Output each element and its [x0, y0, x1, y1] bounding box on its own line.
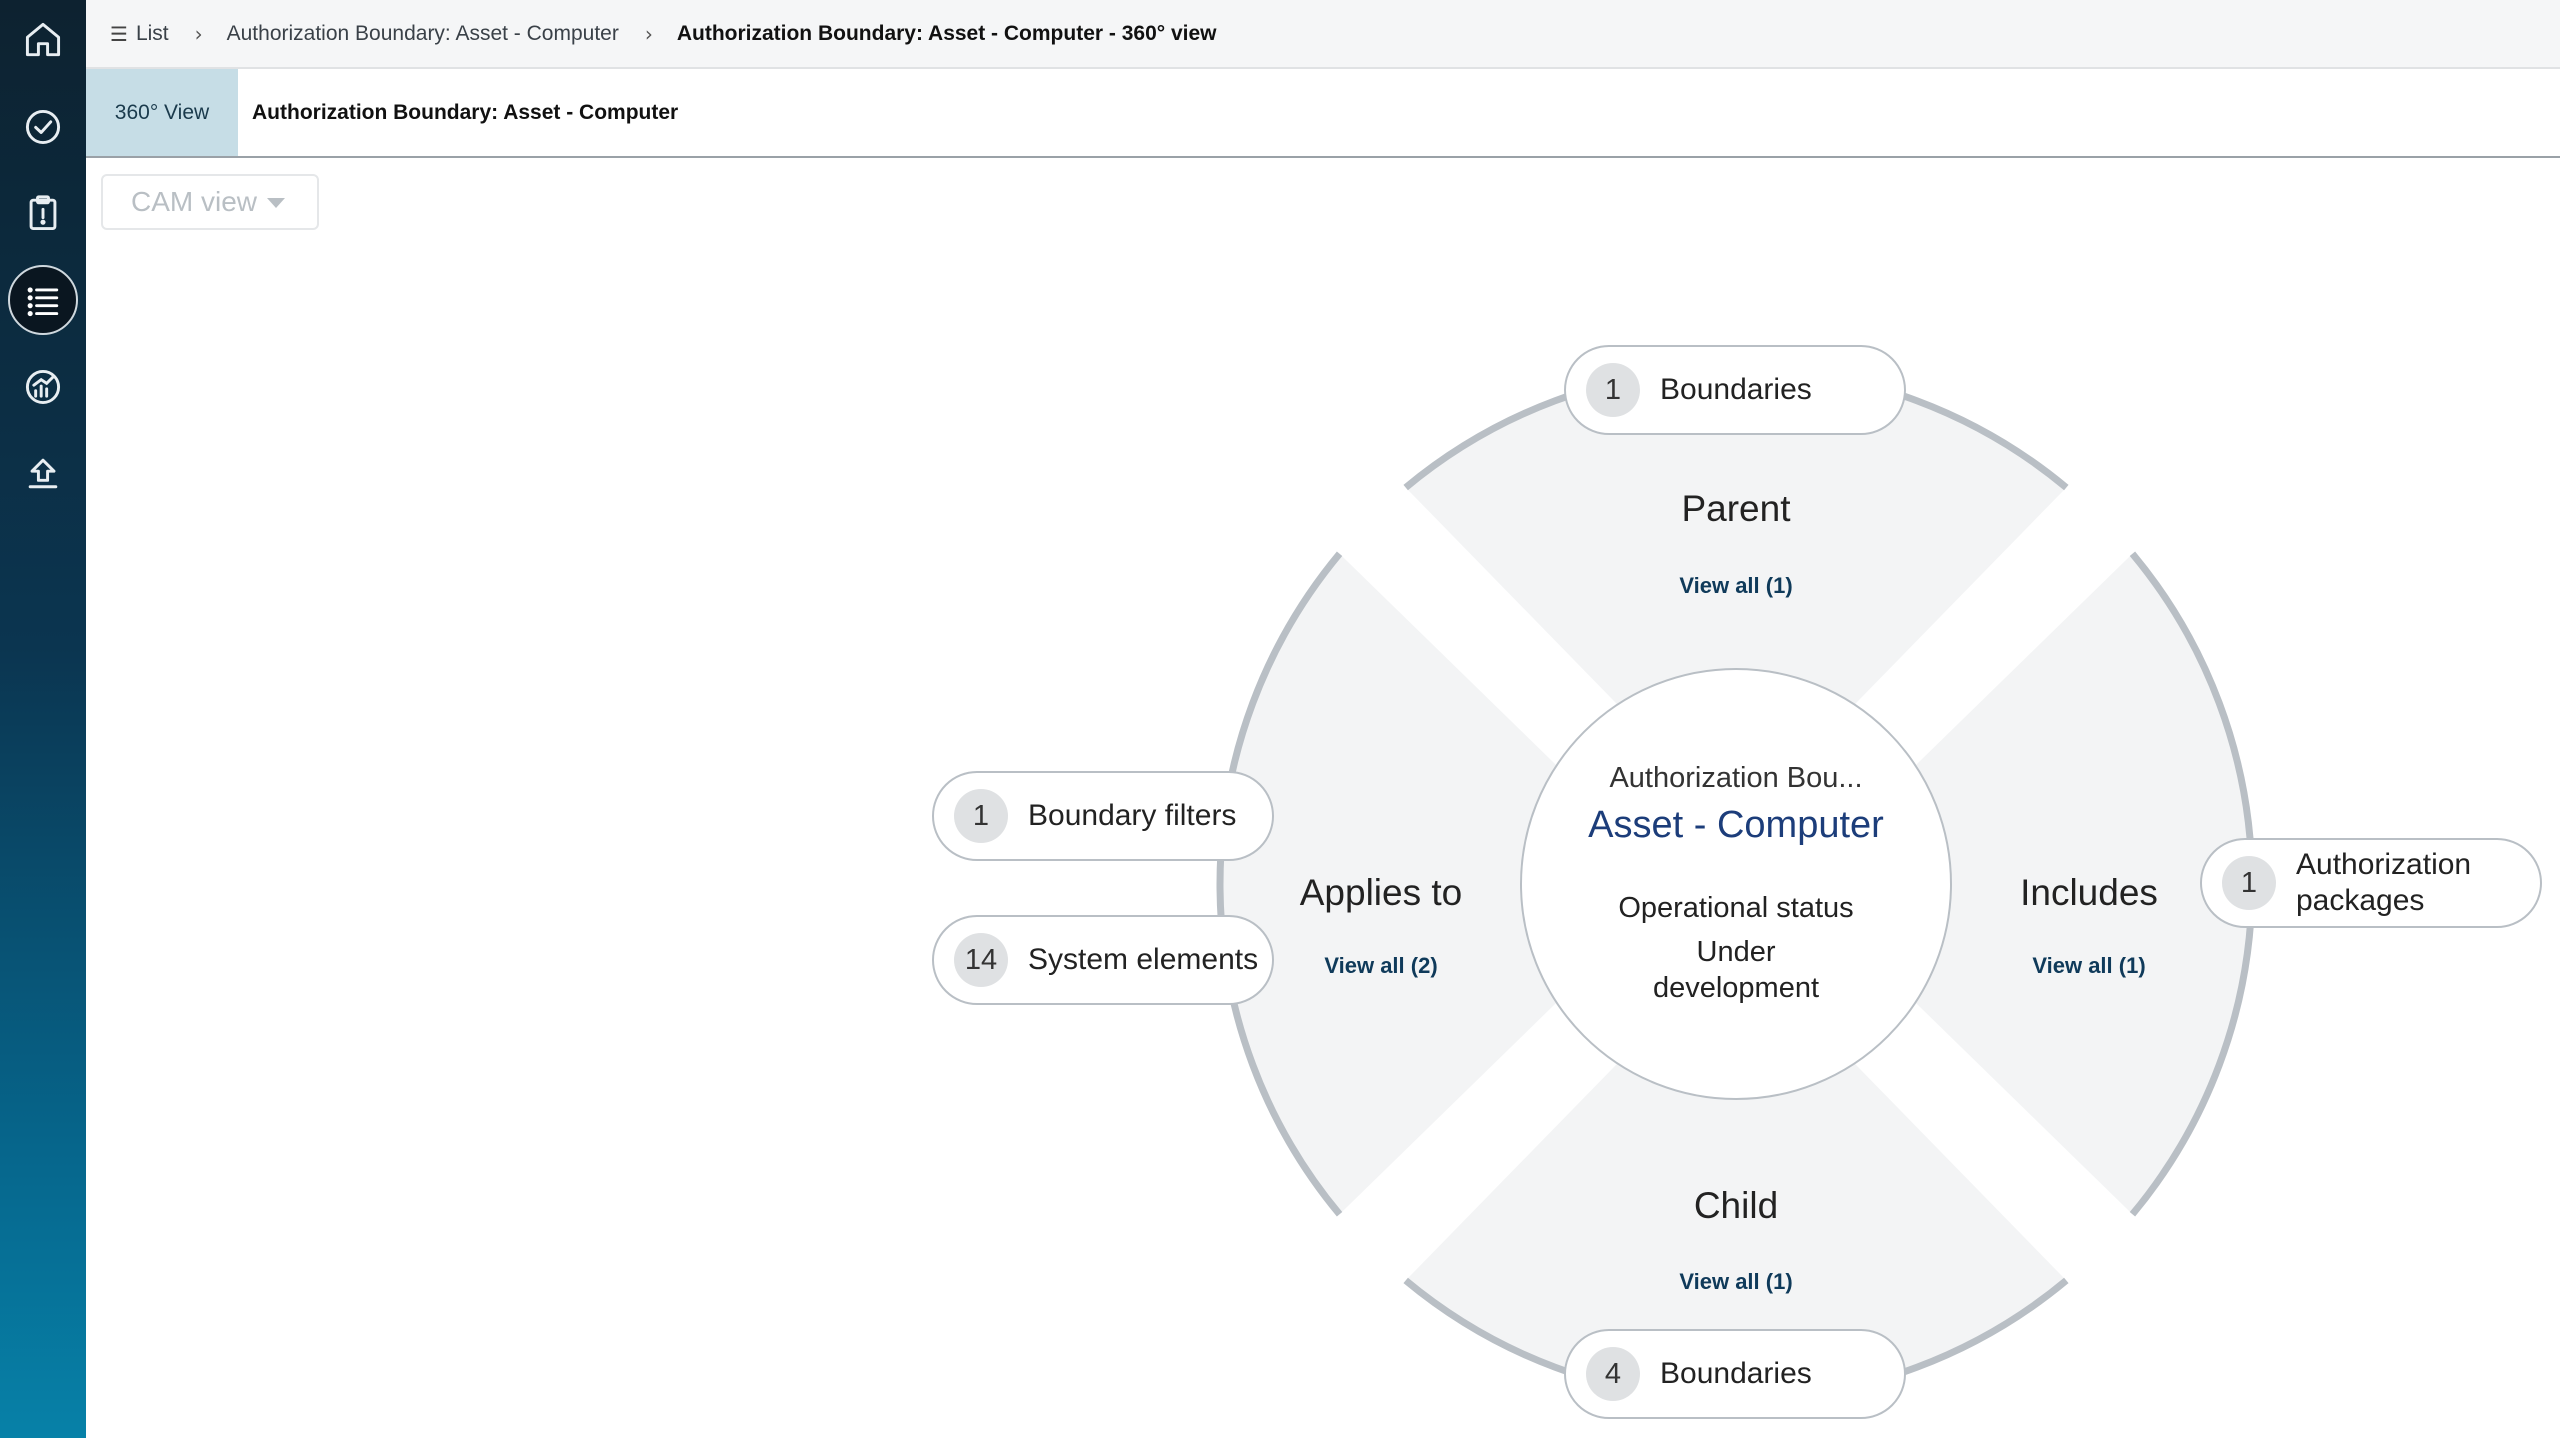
check-circle-icon	[25, 109, 61, 145]
record-type: Authorization Bou...	[1609, 762, 1863, 794]
record-title: Authorization Boundary: Asset - Computer	[252, 100, 679, 124]
pill-label: Boundaries	[1660, 373, 1812, 406]
count-badge: 14	[954, 933, 1008, 987]
relationship-ring	[1216, 364, 2256, 1404]
home-icon	[25, 22, 61, 57]
caret-down-icon	[267, 198, 286, 208]
breadcrumb: ☰ List › Authorization Boundary: Asset -…	[86, 0, 2560, 69]
applies-to-view-all-link[interactable]: View all (2)	[1261, 953, 1501, 979]
cam-view-dropdown[interactable]: CAM view	[101, 174, 319, 230]
system-elements-pill[interactable]: 14 System elements	[932, 915, 1274, 1005]
center-record-card[interactable]: Authorization Bou... Asset - Computer Op…	[1520, 668, 1952, 1100]
count-badge: 1	[2222, 856, 2276, 910]
operational-status-value: Under development	[1652, 936, 1820, 1004]
breadcrumb-list-link[interactable]: ☰ List	[110, 22, 169, 46]
authorization-packages-pill[interactable]: 1 Authorization packages	[2200, 838, 2542, 928]
child-view-all-link[interactable]: View all (1)	[1616, 1269, 1856, 1295]
rail-upload-button[interactable]	[8, 438, 78, 508]
left-nav-rail	[0, 0, 86, 1438]
list-icon	[27, 287, 59, 317]
includes-view-all-link[interactable]: View all (1)	[1969, 953, 2209, 979]
pill-label: System elements	[1028, 943, 1259, 976]
count-badge: 1	[954, 789, 1008, 843]
pill-label: Boundaries	[1660, 1357, 1812, 1390]
chevron-right-icon: ›	[644, 21, 653, 46]
rail-tasks-button[interactable]	[8, 92, 78, 162]
pill-label: Boundary filters	[1028, 799, 1237, 832]
record-name: Asset - Computer	[1588, 804, 1884, 846]
relationship-360-diagram: Parent View all (1) Applies to View all …	[0, 0, 2560, 1438]
tab-360-view[interactable]: 360° View	[86, 69, 238, 156]
rail-issues-button[interactable]	[8, 178, 78, 248]
chevron-right-icon: ›	[194, 21, 203, 46]
rail-list-button[interactable]	[8, 265, 78, 335]
rail-reports-button[interactable]	[8, 352, 78, 422]
view-tab-strip: 360° View Authorization Boundary: Asset …	[86, 69, 2560, 158]
breadcrumb-current: Authorization Boundary: Asset - Computer…	[676, 21, 1217, 45]
upload-icon	[28, 458, 58, 489]
parent-boundaries-pill[interactable]: 1 Boundaries	[1564, 345, 1906, 435]
child-boundaries-pill[interactable]: 4 Boundaries	[1564, 1329, 1906, 1419]
count-badge: 1	[1586, 363, 1640, 417]
cam-view-label: CAM view	[131, 186, 258, 217]
dashboard-gauge-icon	[25, 369, 61, 405]
list-icon: ☰	[110, 21, 128, 46]
clipboard-alert-icon	[29, 195, 57, 231]
rail-home-button[interactable]	[8, 5, 78, 75]
pill-label: Authorization packages	[2296, 848, 2472, 917]
boundary-filters-pill[interactable]: 1 Boundary filters	[932, 771, 1274, 861]
count-badge: 4	[1586, 1347, 1640, 1401]
breadcrumb-item-label: List	[135, 21, 169, 45]
parent-view-all-link[interactable]: View all (1)	[1616, 573, 1856, 599]
breadcrumb-record-link[interactable]: Authorization Boundary: Asset - Computer	[227, 22, 619, 46]
operational-status-label: Operational status	[1618, 892, 1854, 924]
